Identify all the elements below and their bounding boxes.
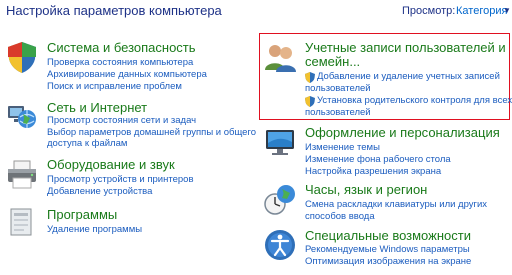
accessibility-icon: [265, 230, 295, 260]
link-recommended-settings[interactable]: Рекомендуемые Windows параметры: [305, 244, 470, 255]
category-user-accounts: Учетные записи пользователей и семейн...…: [263, 40, 512, 118]
link-parental-controls[interactable]: Установка родительского контроля для все…: [305, 95, 512, 107]
page-title: Настройка параметров компьютера: [6, 3, 222, 18]
category-title[interactable]: Оформление и персонализация: [305, 125, 500, 140]
link-add-device[interactable]: Добавление устройства: [47, 186, 152, 197]
link-add-remove-accounts[interactable]: Добавление и удаление учетных записей: [305, 71, 500, 83]
link-network-status[interactable]: Просмотр состояния сети и задач: [47, 115, 196, 126]
link-sharing[interactable]: доступа к файлам: [47, 138, 127, 149]
link-troubleshoot[interactable]: Поиск и исправление проблем: [47, 81, 182, 92]
link-add-remove-accounts-cont[interactable]: пользователей: [305, 83, 371, 94]
link-backup[interactable]: Архивирование данных компьютера: [47, 69, 207, 80]
network-globe-icon: [8, 106, 36, 128]
category-title[interactable]: Часы, язык и регион: [305, 182, 427, 197]
category-ease-of-access: Специальные возможности Рекомендуемые Wi…: [263, 228, 508, 273]
link-optimize-display[interactable]: Оптимизация изображения на экране: [305, 256, 471, 267]
category-title[interactable]: Система и безопасность: [47, 40, 196, 55]
link-check-status[interactable]: Проверка состояния компьютера: [47, 57, 193, 68]
category-appearance: Оформление и персонализация Изменение те…: [263, 125, 508, 180]
shield-flag-icon: [8, 42, 36, 73]
link-homegroup[interactable]: Выбор параметров домашней группы и общег…: [47, 127, 256, 138]
programs-icon: [10, 208, 32, 236]
view-by-label: Просмотр:: [402, 5, 456, 17]
category-title-line2[interactable]: семейн...: [305, 54, 360, 69]
category-network: Сеть и Интернет Просмотр состояния сети …: [5, 98, 256, 153]
category-title-line1[interactable]: Учетные записи пользователей и: [305, 40, 506, 55]
link-text: Установка родительского контроля для все…: [317, 95, 512, 106]
chevron-down-icon[interactable]: ▼: [503, 6, 511, 15]
link-text: Добавление и удаление учетных записей: [317, 71, 500, 82]
link-screen-resolution[interactable]: Настройка разрешения экрана: [305, 166, 441, 177]
link-parental-controls-cont[interactable]: пользователей: [305, 107, 371, 118]
category-title[interactable]: Программы: [47, 207, 117, 222]
link-change-theme[interactable]: Изменение темы: [305, 142, 380, 153]
category-title[interactable]: Оборудование и звук: [47, 157, 175, 172]
clock-globe-icon: [264, 185, 295, 215]
printer-icon: [8, 160, 36, 189]
category-hardware-sound: Оборудование и звук Просмотр устройств и…: [5, 157, 255, 202]
category-title[interactable]: Сеть и Интернет: [47, 100, 147, 115]
link-input-methods[interactable]: способов ввода: [305, 211, 375, 222]
view-by-dropdown[interactable]: Категория: [456, 5, 507, 17]
link-devices-printers[interactable]: Просмотр устройств и принтеров: [47, 174, 194, 185]
monitor-icon: [266, 130, 294, 155]
link-keyboard-layout[interactable]: Смена раскладки клавиатуры или других: [305, 199, 487, 210]
users-icon: [265, 45, 296, 72]
link-desktop-background[interactable]: Изменение фона рабочего стола: [305, 154, 451, 165]
category-system-security: Система и безопасность Проверка состояни…: [5, 40, 255, 95]
link-uninstall[interactable]: Удаление программы: [47, 224, 142, 235]
category-title[interactable]: Специальные возможности: [305, 228, 471, 243]
uac-shield-icon: [305, 96, 315, 107]
category-clock-region: Часы, язык и регион Смена раскладки клав…: [263, 182, 508, 227]
uac-shield-icon: [305, 72, 315, 83]
category-programs: Программы Удаление программы: [5, 205, 255, 245]
